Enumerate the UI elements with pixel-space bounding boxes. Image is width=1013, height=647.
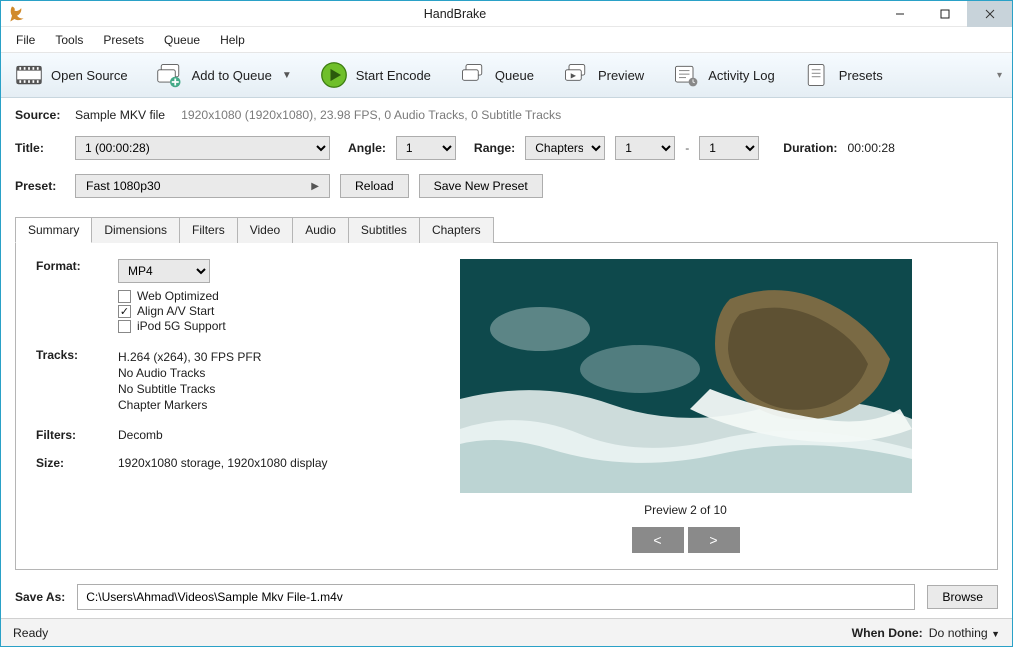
menu-file[interactable]: File: [7, 29, 44, 51]
start-encode-label: Start Encode: [356, 68, 431, 83]
preview-image: [460, 259, 912, 493]
open-source-button[interactable]: Open Source: [9, 57, 134, 93]
menu-tools[interactable]: Tools: [46, 29, 92, 51]
minimize-button[interactable]: [877, 1, 922, 27]
queue-button[interactable]: Queue: [453, 57, 540, 93]
preview-icon: [562, 61, 590, 89]
preset-label: Preset:: [15, 179, 65, 193]
source-label: Source:: [15, 108, 65, 122]
angle-select[interactable]: 1: [396, 136, 456, 160]
filters-value: Decomb: [118, 428, 163, 442]
tracks-list: H.264 (x264), 30 FPS PFR No Audio Tracks…: [118, 348, 261, 414]
close-button[interactable]: [967, 1, 1012, 27]
chevron-down-icon: ▼: [991, 629, 1000, 639]
source-name: Sample MKV file: [75, 108, 165, 122]
open-source-label: Open Source: [51, 68, 128, 83]
range-from-select[interactable]: 1: [615, 136, 675, 160]
tracks-label: Tracks:: [36, 348, 98, 414]
duration-label: Duration:: [783, 141, 837, 155]
format-select[interactable]: MP4: [118, 259, 210, 283]
size-label: Size:: [36, 456, 98, 470]
title-bar: HandBrake: [1, 1, 1012, 27]
app-icon: [7, 4, 27, 24]
play-icon: [320, 61, 348, 89]
toolbar: Open Source Add to Queue ▼ Start Encode …: [1, 53, 1012, 98]
queue-icon: [459, 61, 487, 89]
menubar: File Tools Presets Queue Help: [1, 27, 1012, 53]
tracks-line: No Audio Tracks: [118, 366, 261, 380]
title-select[interactable]: 1 (00:00:28): [75, 136, 330, 160]
film-icon: [15, 61, 43, 89]
align-av-checkbox[interactable]: ✓: [118, 305, 131, 318]
duration-value: 00:00:28: [847, 141, 894, 155]
preset-picker[interactable]: Fast 1080p30 ▶: [75, 174, 330, 198]
preview-prev-button[interactable]: <: [632, 527, 684, 553]
presets-icon: [803, 61, 831, 89]
preview-label: Preview: [598, 68, 644, 83]
preview-next-button[interactable]: >: [688, 527, 740, 553]
web-optimized-checkbox[interactable]: [118, 290, 131, 303]
start-encode-button[interactable]: Start Encode: [314, 57, 437, 93]
range-label: Range:: [474, 141, 515, 155]
browse-button[interactable]: Browse: [927, 585, 998, 609]
save-as-label: Save As:: [15, 590, 65, 604]
menu-presets[interactable]: Presets: [94, 29, 153, 51]
source-details: 1920x1080 (1920x1080), 23.98 FPS, 0 Audi…: [181, 108, 561, 122]
tab-dimensions[interactable]: Dimensions: [91, 217, 180, 243]
add-to-queue-label: Add to Queue: [192, 68, 272, 83]
status-text: Ready: [13, 626, 48, 640]
save-as-input[interactable]: [77, 584, 915, 610]
chevron-down-icon: ▼: [282, 70, 292, 81]
save-new-preset-button[interactable]: Save New Preset: [419, 174, 543, 198]
when-done-label: When Done:: [852, 626, 923, 640]
tracks-line: H.264 (x264), 30 FPS PFR: [118, 350, 261, 364]
maximize-button[interactable]: [922, 1, 967, 27]
source-row: Source: Sample MKV file 1920x1080 (1920x…: [15, 108, 998, 122]
range-to-select[interactable]: 1: [699, 136, 759, 160]
tab-video[interactable]: Video: [237, 217, 293, 243]
activity-log-label: Activity Log: [708, 68, 774, 83]
add-to-queue-button[interactable]: Add to Queue ▼: [150, 57, 298, 93]
preview-caption: Preview 2 of 10: [644, 503, 727, 517]
reload-button[interactable]: Reload: [340, 174, 409, 198]
activity-log-button[interactable]: Activity Log: [666, 57, 780, 93]
angle-label: Angle:: [348, 141, 386, 155]
web-optimized-label: Web Optimized: [137, 289, 219, 303]
menu-queue[interactable]: Queue: [155, 29, 209, 51]
tracks-line: Chapter Markers: [118, 398, 261, 412]
presets-label: Presets: [839, 68, 883, 83]
preset-picker-value: Fast 1080p30: [86, 179, 161, 193]
title-label: Title:: [15, 141, 65, 155]
triangle-right-icon: ▶: [311, 181, 319, 192]
align-av-label: Align A/V Start: [137, 304, 214, 318]
tab-chapters[interactable]: Chapters: [419, 217, 494, 243]
ipod-support-label: iPod 5G Support: [137, 319, 226, 333]
presets-button[interactable]: Presets: [797, 57, 889, 93]
preview-button[interactable]: Preview: [556, 57, 650, 93]
range-mode-select[interactable]: Chapters: [525, 136, 605, 160]
tab-panel-summary: Format: MP4 Web Optimized ✓ Align A/V Sta…: [15, 242, 998, 570]
window-title: HandBrake: [33, 7, 877, 21]
format-label: Format:: [36, 259, 98, 334]
queue-label: Queue: [495, 68, 534, 83]
tab-audio[interactable]: Audio: [292, 217, 349, 243]
tracks-line: No Subtitle Tracks: [118, 382, 261, 396]
log-icon: [672, 61, 700, 89]
queue-add-icon: [156, 61, 184, 89]
tab-summary[interactable]: Summary: [15, 217, 92, 243]
ipod-support-checkbox[interactable]: [118, 320, 131, 333]
tab-filters[interactable]: Filters: [179, 217, 238, 243]
toolbar-overflow[interactable]: ▾: [995, 68, 1004, 83]
status-bar: Ready When Done: Do nothing ▼: [1, 618, 1012, 646]
when-done-value[interactable]: Do nothing ▼: [929, 626, 1000, 640]
size-value: 1920x1080 storage, 1920x1080 display: [118, 456, 328, 470]
menu-help[interactable]: Help: [211, 29, 254, 51]
filters-label: Filters:: [36, 428, 98, 442]
tab-subtitles[interactable]: Subtitles: [348, 217, 420, 243]
range-dash: -: [685, 141, 689, 155]
tabs-bar: Summary Dimensions Filters Video Audio S…: [15, 216, 998, 242]
